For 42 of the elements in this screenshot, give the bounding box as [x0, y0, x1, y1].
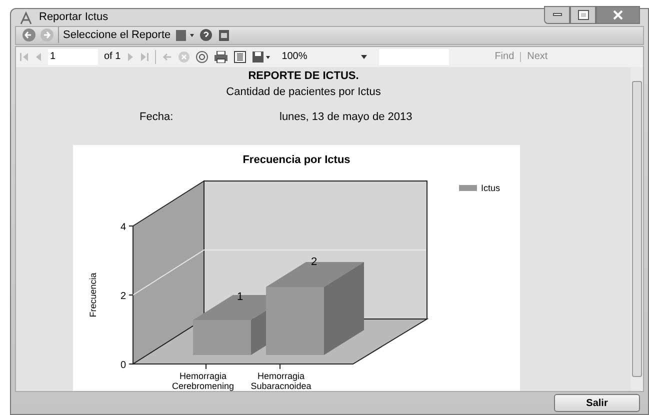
data-label: 2: [310, 256, 318, 268]
axis-tick-label: 4: [120, 222, 126, 234]
window-title: Reportar Ictus: [39, 10, 108, 26]
help-icon: [198, 28, 213, 42]
date-label: Fecha:: [140, 110, 174, 125]
last-page-icon: [140, 52, 149, 62]
y-axis-label: Frecuencia: [88, 272, 98, 318]
axis-tick-label: 0: [120, 360, 126, 372]
first-page-icon: [20, 52, 29, 62]
report-subtitle: Cantidad de pacientes por Ictus: [226, 85, 381, 100]
toolbar-label: Seleccione el Reporte: [63, 28, 171, 44]
page-field[interactable]: 1: [48, 48, 98, 65]
axis-tick-label: 2: [120, 291, 126, 302]
data-label: 1: [236, 291, 244, 304]
category-label: Hemorragia Cerebromening: [170, 371, 236, 392]
maximize-button[interactable]: [570, 6, 596, 24]
next-page-icon: [126, 52, 134, 62]
close-icon: [613, 10, 623, 20]
page-total: of 1: [104, 50, 121, 64]
export-button[interactable]: [252, 50, 272, 63]
chart-title: Frecuencia por Ictus: [242, 153, 350, 168]
exit-button[interactable]: Salir: [554, 394, 640, 412]
close-button[interactable]: [596, 6, 640, 24]
save-icon: [252, 50, 272, 63]
back-button[interactable]: [22, 28, 36, 42]
back-arrow-icon: [162, 52, 172, 62]
scrollbar[interactable]: [631, 66, 643, 392]
stop-icon: [178, 50, 190, 63]
app-icon: [19, 10, 33, 25]
caret-icon: [360, 54, 367, 59]
zoom-dropdown[interactable]: 100%: [282, 49, 367, 64]
legend-swatch: [459, 185, 477, 192]
help-button[interactable]: [198, 28, 213, 42]
date-value: lunes, 13 de mayo de 2013: [280, 110, 412, 125]
document-icon: [234, 50, 246, 63]
legend-label: Ictus: [481, 183, 500, 194]
category-label: Hemorragia Subaracnoidea: [250, 371, 312, 392]
find-field[interactable]: [378, 48, 449, 65]
minimize-button[interactable]: [544, 6, 570, 24]
page-layout-button[interactable]: [234, 50, 246, 63]
previous-page-icon: [35, 52, 42, 62]
report-title: REPORTE DE ICTUS.: [248, 68, 359, 84]
